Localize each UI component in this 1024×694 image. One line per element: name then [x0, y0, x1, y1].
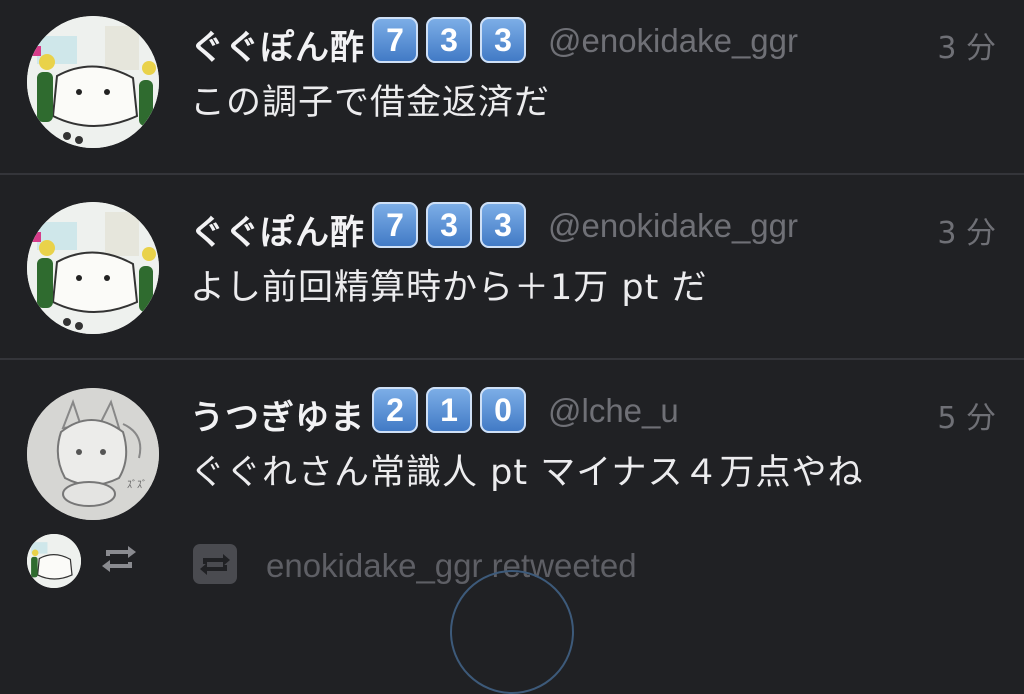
sketch-girl-avatar-icon: ｽﾞｽﾞ: [27, 388, 159, 520]
retweeted-by-label: enokidake_ggr retweeted: [266, 547, 637, 584]
number-badge: 7: [372, 202, 418, 248]
tweet-item[interactable]: ぐぐぽん酢 7 3 3 @enokidake_ggr 3 分 この調子で借金返済…: [0, 0, 1024, 174]
number-badge: 7: [372, 17, 418, 63]
tweet-text: よし前回精算時から＋1万 pt だ: [190, 268, 708, 308]
display-name[interactable]: ぐぐぽん酢: [190, 20, 365, 69]
retweet-icon: [193, 544, 237, 584]
user-handle[interactable]: @lche_u: [548, 392, 679, 430]
svg-text:ｽﾞｽﾞ: ｽﾞｽﾞ: [127, 479, 147, 491]
tweet-item[interactable]: ｽﾞｽﾞ うつぎゆま 2 1 0 @lche_u 5 分 ぐぐれさん常識人 pt…: [0, 360, 1024, 530]
retweet-icon: [100, 542, 138, 576]
number-badge: 1: [426, 387, 472, 433]
number-badge: 2: [372, 387, 418, 433]
number-badges: 7 3 3: [372, 202, 526, 248]
number-badges: 7 3 3: [372, 17, 526, 63]
number-badge: 3: [426, 202, 472, 248]
cat-bottle-avatar-icon: [27, 534, 81, 588]
cat-bottle-avatar-icon: [27, 202, 159, 334]
display-name[interactable]: ぐぐぽん酢: [190, 205, 365, 254]
timestamp: 3 分: [937, 31, 996, 66]
cat-bottle-avatar-icon: [27, 16, 159, 148]
user-handle[interactable]: @enokidake_ggr: [548, 22, 798, 60]
timestamp: 3 分: [937, 216, 996, 251]
number-badge: 0: [480, 387, 526, 433]
avatar[interactable]: [27, 534, 81, 588]
avatar[interactable]: ｽﾞｽﾞ: [27, 388, 159, 520]
user-handle[interactable]: @enokidake_ggr: [548, 207, 798, 245]
avatar[interactable]: [27, 202, 159, 334]
tweet-text: ぐぐれさん常識人 pt マイナス４万点やね: [190, 453, 864, 493]
loading-spinner: [450, 570, 574, 694]
avatar[interactable]: [27, 16, 159, 148]
number-badges: 2 1 0: [372, 387, 526, 433]
display-name[interactable]: うつぎゆま: [190, 390, 365, 439]
timestamp: 5 分: [937, 401, 996, 436]
number-badge: 3: [480, 17, 526, 63]
tweet-text: この調子で借金返済だ: [190, 83, 551, 123]
number-badge: 3: [426, 17, 472, 63]
tweet-item[interactable]: ぐぐぽん酢 7 3 3 @enokidake_ggr 3 分 よし前回精算時から…: [0, 175, 1024, 358]
number-badge: 3: [480, 202, 526, 248]
